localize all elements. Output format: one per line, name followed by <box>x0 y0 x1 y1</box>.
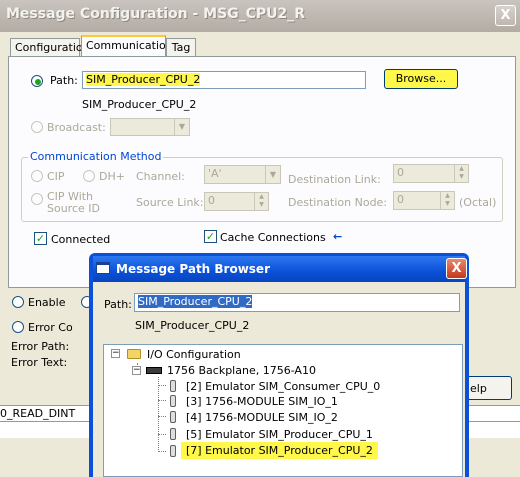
arrow-left-icon: ← <box>333 230 343 243</box>
tree-line <box>158 416 166 417</box>
tab-communication[interactable]: Communication <box>81 35 173 57</box>
backplane-icon <box>146 367 162 374</box>
chevron-down-icon: ▼ <box>265 166 280 183</box>
browse-button[interactable]: Browse... <box>384 69 458 89</box>
dialog-path-value: SIM_Producer_CPU_2 <box>138 295 253 308</box>
tag-row-text: 0_READ_DINT <box>0 407 76 420</box>
tree-item-module[interactable]: [2] Emulator SIM_Consumer_CPU_0 <box>186 380 380 393</box>
spinner-icon: ▲ ▼ <box>440 192 454 209</box>
tree-line <box>158 377 159 452</box>
source-link-value: 0 <box>208 194 215 207</box>
tree-item-io-configuration[interactable]: I/O Configuration <box>147 348 241 361</box>
source-link-label: Source Link: <box>136 196 204 209</box>
path-input-value: SIM_Producer_CPU_2 <box>86 73 201 86</box>
path-label: Path: <box>50 74 78 87</box>
channel-label: Channel: <box>136 170 185 183</box>
window-icon <box>96 262 110 274</box>
cip-radio[interactable] <box>31 170 43 182</box>
enable-label: Enable <box>28 296 66 309</box>
destination-link-label: Destination Link: <box>288 173 381 186</box>
spinner-icon: ▲ ▼ <box>454 165 468 182</box>
broadcast-select[interactable]: ▼ <box>110 118 190 136</box>
path-radio[interactable] <box>31 75 43 87</box>
module-icon <box>170 380 176 392</box>
dialog-close-button[interactable]: X <box>446 258 467 279</box>
destination-node-value: 0 <box>397 193 404 206</box>
spinner-icon: ▲ ▼ <box>254 193 268 210</box>
destination-link-input[interactable]: 0 ▲ ▼ <box>393 164 469 183</box>
enable-radio <box>12 296 24 308</box>
dialog-path-resolved: SIM_Producer_CPU_2 <box>135 319 250 332</box>
tree-line <box>158 434 166 435</box>
cip-label: CIP <box>47 170 65 183</box>
broadcast-label: Broadcast: <box>47 121 106 134</box>
path-resolved-text: SIM_Producer_CPU_2 <box>82 98 197 111</box>
tree-item-backplane[interactable]: 1756 Backplane, 1756-A10 <box>167 364 316 377</box>
tree-line <box>158 385 166 386</box>
destination-link-value: 0 <box>397 166 404 179</box>
window-close-button[interactable]: X <box>495 5 516 26</box>
dhplus-radio[interactable] <box>83 170 95 182</box>
module-icon <box>170 428 176 440</box>
cache-connections-checkbox[interactable]: ✓ <box>204 230 217 243</box>
tree-item-module[interactable]: [4] 1756-MODULE SIM_IO_2 <box>186 411 338 424</box>
module-icon <box>170 411 176 423</box>
tree-collapse-toggle[interactable]: − <box>111 349 120 358</box>
module-icon <box>170 445 176 457</box>
cache-connections-label: Cache Connections <box>220 231 326 244</box>
error-path-label: Error Path: <box>11 340 70 353</box>
source-link-input[interactable]: 0 ▲ ▼ <box>204 192 269 211</box>
tree-item-module[interactable]: [3] 1756-MODULE SIM_IO_1 <box>186 395 338 408</box>
module-icon <box>170 395 176 407</box>
path-input[interactable]: SIM_Producer_CPU_2 <box>82 71 366 89</box>
tab-tag[interactable]: Tag <box>166 38 196 56</box>
cip-source-id-radio[interactable] <box>31 193 43 205</box>
tree-item-module[interactable]: [5] Emulator SIM_Producer_CPU_1 <box>186 428 373 441</box>
folder-icon <box>127 349 141 359</box>
error-text-label: Error Text: <box>11 356 68 369</box>
tab-configuration[interactable]: Configuration <box>10 38 90 56</box>
dialog-title: Message Path Browser <box>116 262 270 276</box>
window-title: Message Configuration - MSG_CPU2_R <box>6 6 306 22</box>
channel-value: 'A' <box>208 167 222 180</box>
connected-label: Connected <box>51 233 111 246</box>
cip-source-id-label-line2: Source ID <box>47 202 100 215</box>
tree-item-module-selected[interactable]: [7] Emulator SIM_Producer_CPU_2 <box>181 442 378 459</box>
connected-checkbox[interactable]: ✓ <box>34 232 47 245</box>
destination-node-input[interactable]: 0 ▲ ▼ <box>393 191 455 210</box>
dialog-path-input[interactable]: SIM_Producer_CPU_2 <box>134 293 460 312</box>
error-code-radio <box>12 321 24 333</box>
tree-line <box>158 400 166 401</box>
channel-select[interactable]: 'A' ▼ <box>204 165 281 184</box>
broadcast-radio[interactable] <box>31 121 43 133</box>
destination-node-label: Destination Node: <box>288 196 388 209</box>
tree-line <box>158 451 166 452</box>
dialog-path-label: Path: <box>104 298 132 311</box>
dhplus-label: DH+ <box>99 170 125 183</box>
help-button-label: elp <box>470 382 487 395</box>
chevron-down-icon: ▼ <box>174 119 189 135</box>
octal-label: (Octal) <box>459 196 497 209</box>
cip-source-id-label: CIP With Source ID <box>47 191 100 215</box>
error-code-label: Error Co <box>28 321 73 334</box>
tree-collapse-toggle[interactable]: − <box>132 366 141 375</box>
communication-method-label: Communication Method <box>28 150 164 163</box>
